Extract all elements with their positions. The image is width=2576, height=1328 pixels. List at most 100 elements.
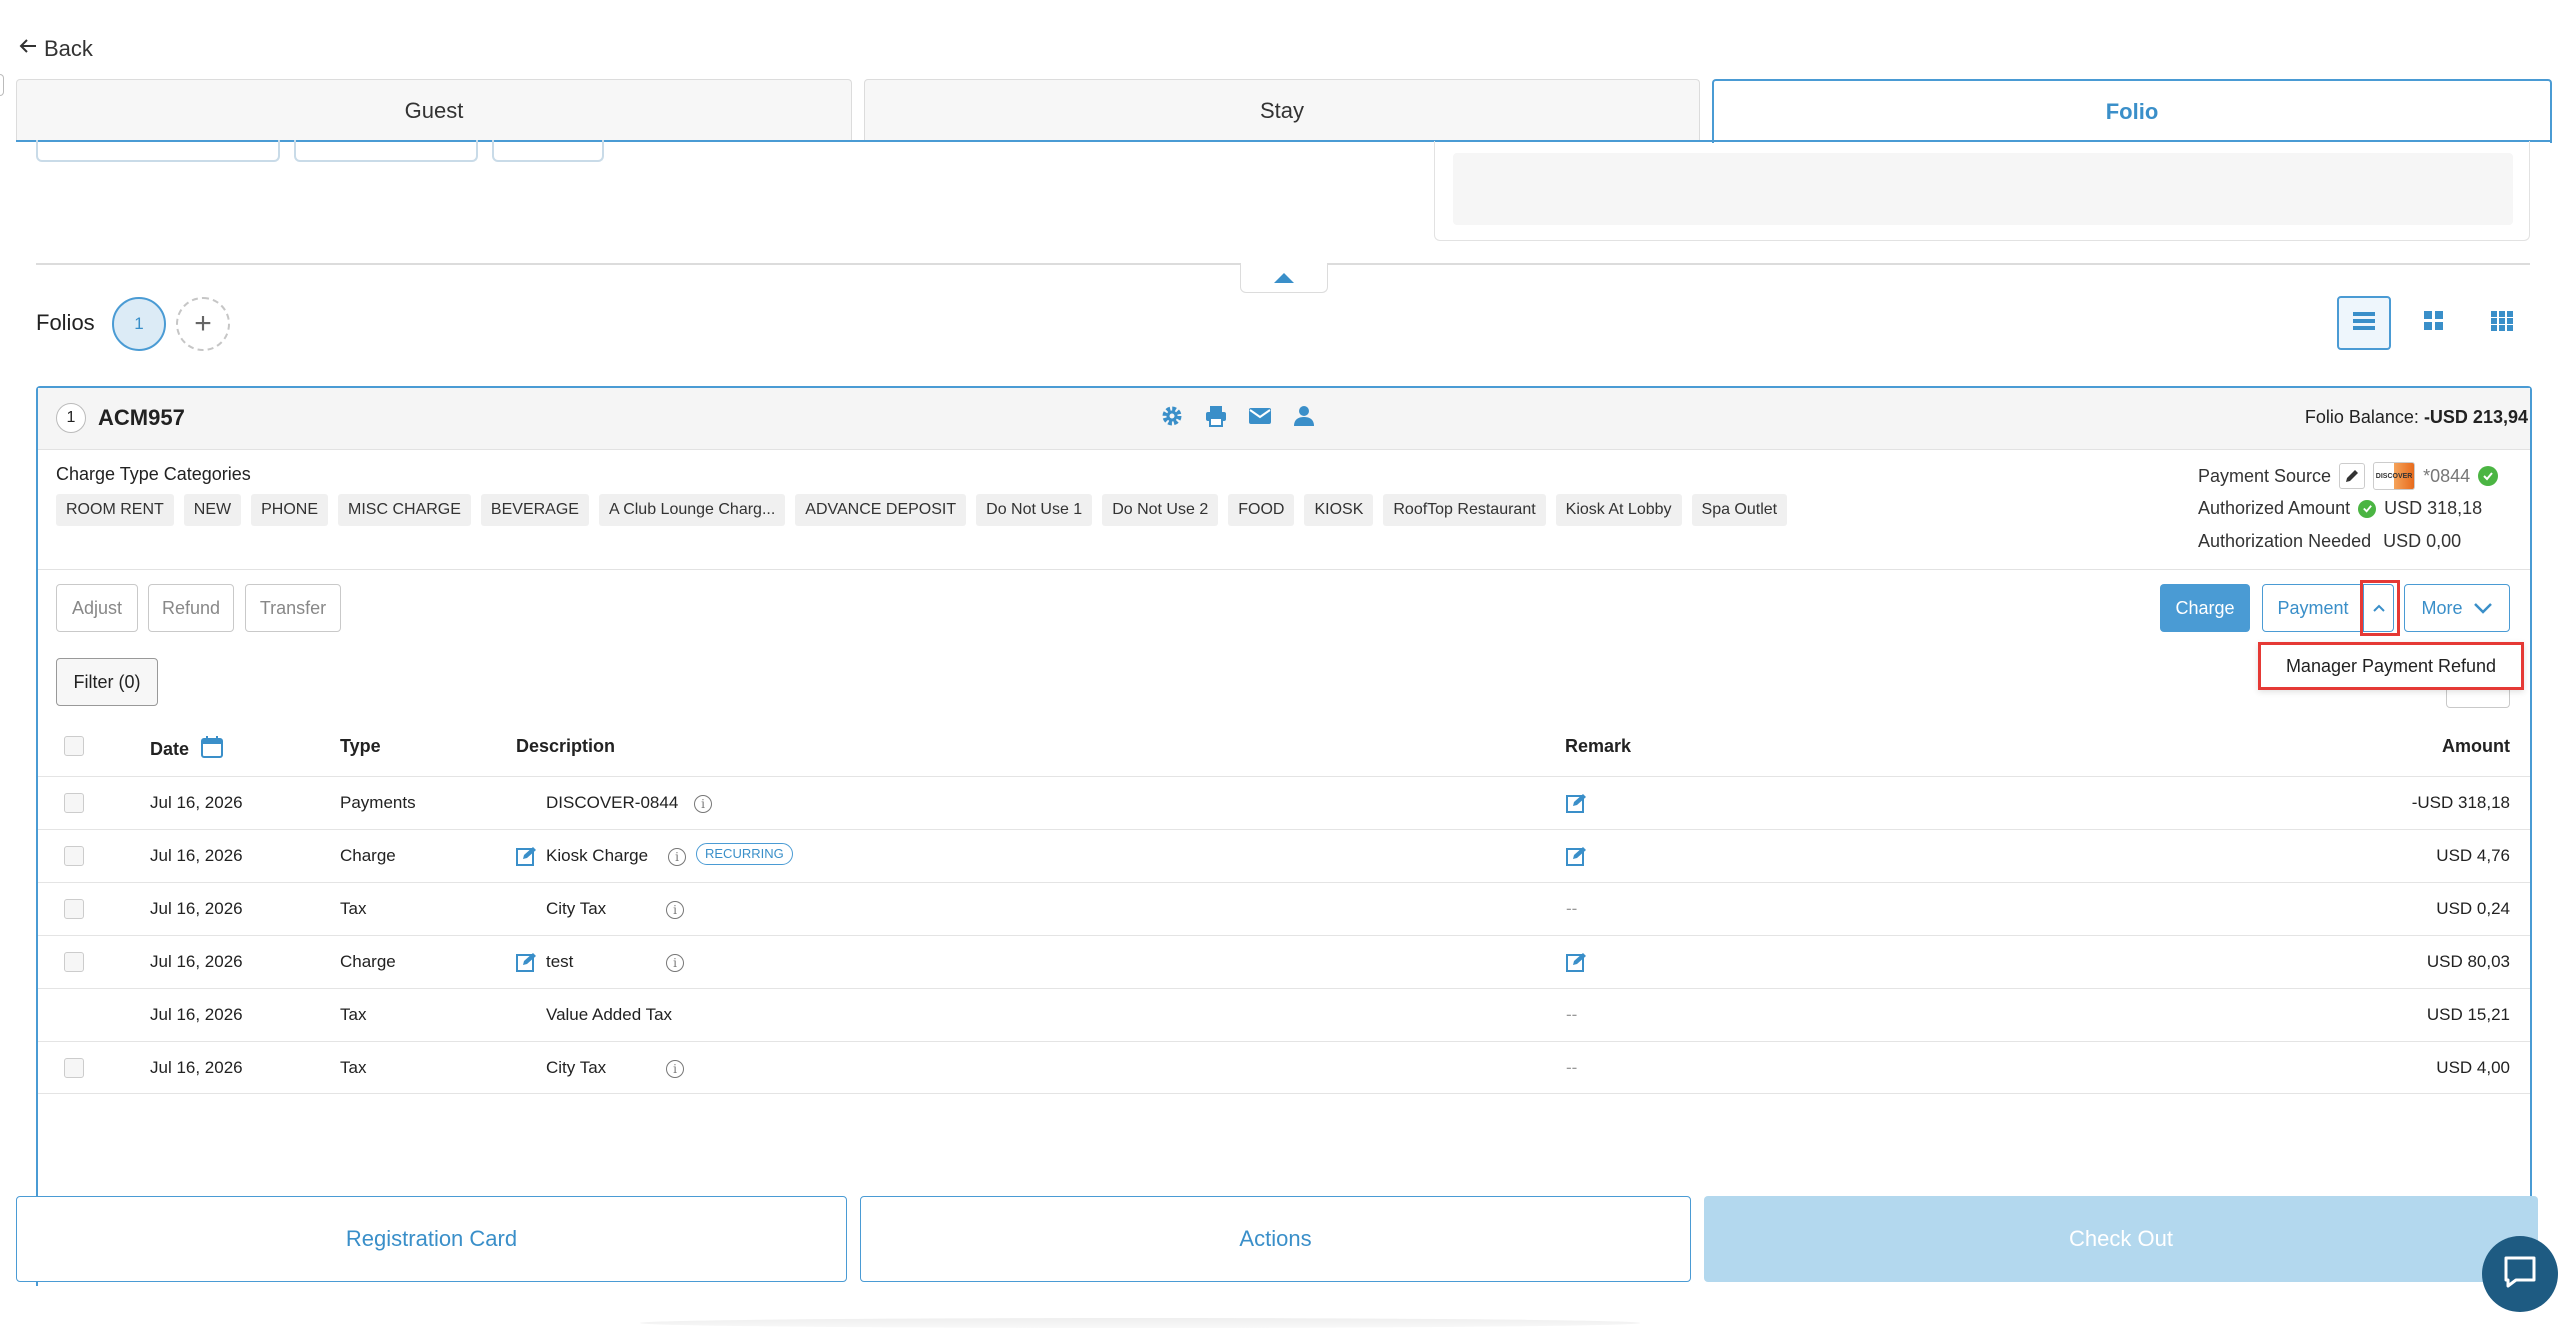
category-chip[interactable]: Spa Outlet xyxy=(1691,494,1788,526)
amount-header: Amount xyxy=(2442,736,2510,756)
table-row[interactable]: Jul 16, 2026 Charge test i USD 80,03 xyxy=(38,935,2530,988)
back-link[interactable]: Back xyxy=(18,36,93,62)
decorative-shadow xyxy=(640,1318,1640,1328)
row-checkbox[interactable] xyxy=(64,1058,84,1078)
row-checkbox[interactable] xyxy=(64,899,84,919)
category-chip[interactable]: ROOM RENT xyxy=(56,494,174,526)
folio-number: 1 xyxy=(56,403,86,433)
row-remark: -- xyxy=(1566,899,1578,918)
row-amount: USD 15,21 xyxy=(2426,1005,2510,1024)
grid-view-button[interactable] xyxy=(2407,296,2461,350)
edit-charge-icon[interactable] xyxy=(516,846,538,871)
check-out-button[interactable]: Check Out xyxy=(1704,1196,2538,1282)
grid-3-icon xyxy=(2491,310,2513,336)
table-row[interactable]: Jul 16, 2026 Tax City Tax i -- USD 0,24 xyxy=(38,882,2530,935)
refund-button[interactable]: Refund xyxy=(148,584,234,632)
chat-button[interactable] xyxy=(2482,1236,2558,1312)
gear-icon[interactable] xyxy=(1160,404,1184,433)
category-chip[interactable]: Kiosk At Lobby xyxy=(1555,494,1682,526)
authorization-needed: Authorization Needed USD 0,00 xyxy=(2198,531,2461,552)
info-icon[interactable]: i xyxy=(668,846,686,866)
row-description: City Tax xyxy=(546,899,607,918)
compact-grid-view-button[interactable] xyxy=(2475,296,2529,350)
tab-guest[interactable]: Guest xyxy=(16,79,852,141)
adjust-button[interactable]: Adjust xyxy=(56,584,138,632)
payment-button[interactable]: Payment xyxy=(2262,584,2364,632)
partial-button[interactable] xyxy=(36,140,280,162)
side-handle[interactable] xyxy=(0,74,4,96)
print-icon[interactable] xyxy=(1204,404,1228,433)
info-card xyxy=(1434,141,2530,241)
payment-source-label: Payment Source xyxy=(2198,465,2332,486)
partial-button[interactable] xyxy=(492,140,604,162)
auth-needed-value: USD 0,00 xyxy=(2383,531,2462,551)
folio-selector-1[interactable]: 1 xyxy=(112,297,166,351)
category-chip[interactable]: FOOD xyxy=(1228,494,1295,526)
row-checkbox[interactable] xyxy=(64,846,84,866)
edit-pencil-icon[interactable] xyxy=(2339,463,2366,489)
recurring-badge: RECURRING xyxy=(696,843,793,865)
email-icon[interactable] xyxy=(1248,404,1272,433)
row-amount: USD 0,24 xyxy=(2436,899,2510,918)
row-checkbox[interactable] xyxy=(64,793,84,813)
category-chip[interactable]: NEW xyxy=(183,494,242,526)
edit-charge-icon[interactable] xyxy=(516,952,538,977)
info-icon[interactable]: i xyxy=(666,899,684,919)
calendar-icon[interactable] xyxy=(201,736,224,763)
category-chip[interactable]: A Club Lounge Charg... xyxy=(598,494,786,526)
registration-card-button[interactable]: Registration Card xyxy=(16,1196,847,1282)
charge-button[interactable]: Charge xyxy=(2160,584,2250,632)
tab-folio[interactable]: Folio xyxy=(1712,79,2552,143)
category-chip[interactable]: PHONE xyxy=(251,494,329,526)
edit-remark-icon[interactable] xyxy=(1566,952,1588,977)
charge-category-list: ROOM RENT NEW PHONE MISC CHARGE BEVERAGE… xyxy=(56,494,1788,526)
category-chip[interactable]: RoofTop Restaurant xyxy=(1383,494,1546,526)
row-remark: -- xyxy=(1566,1005,1578,1024)
type-header: Type xyxy=(340,736,381,756)
info-icon[interactable]: i xyxy=(666,952,684,972)
folios-label: Folios xyxy=(36,310,95,335)
transfer-button[interactable]: Transfer xyxy=(245,584,341,632)
info-icon[interactable]: i xyxy=(694,793,712,813)
table-row[interactable]: Jul 16, 2026 Tax City Tax i -- USD 4,00 xyxy=(38,1041,2530,1094)
row-type: Payments xyxy=(340,793,416,812)
table-row[interactable]: Jul 16, 2026 Charge Kiosk Charge i RECUR… xyxy=(38,829,2530,882)
category-chip[interactable]: Do Not Use 1 xyxy=(976,494,1093,526)
chat-icon xyxy=(2502,1255,2538,1294)
manager-payment-refund-item[interactable]: Manager Payment Refund xyxy=(2258,642,2524,690)
table-row: Jul 16, 2026 Tax Value Added Tax -- USD … xyxy=(38,988,2530,1041)
row-date: Jul 16, 2026 xyxy=(150,1005,243,1024)
category-chip[interactable]: BEVERAGE xyxy=(480,494,589,526)
row-checkbox[interactable] xyxy=(64,952,84,972)
folio-header-actions xyxy=(1160,404,1316,433)
row-amount: USD 4,00 xyxy=(2436,1058,2510,1077)
filter-button[interactable]: Filter (0) xyxy=(56,658,158,706)
date-header[interactable]: Date xyxy=(150,736,224,763)
category-chip[interactable]: Do Not Use 2 xyxy=(1102,494,1219,526)
table-row[interactable]: Jul 16, 2026 Payments DISCOVER-0844 i -U… xyxy=(38,776,2530,829)
row-type: Tax xyxy=(340,1058,367,1077)
row-type: Charge xyxy=(340,952,396,971)
edit-remark-icon[interactable] xyxy=(1566,846,1588,871)
category-chip[interactable]: ADVANCE DEPOSIT xyxy=(795,494,967,526)
category-chip[interactable]: KIOSK xyxy=(1304,494,1374,526)
edit-remark-icon[interactable] xyxy=(1566,793,1588,818)
category-chip[interactable]: MISC CHARGE xyxy=(338,494,471,526)
more-button[interactable]: More xyxy=(2404,584,2510,632)
collapse-toggle[interactable] xyxy=(1240,263,1328,293)
partial-button[interactable] xyxy=(294,140,478,162)
arrow-left-icon xyxy=(18,36,38,62)
add-folio-button[interactable]: + xyxy=(176,297,230,351)
user-icon[interactable] xyxy=(1292,404,1316,433)
caret-up-icon xyxy=(1274,272,1294,283)
row-description: Kiosk Charge xyxy=(546,846,649,865)
payment-source: Payment Source DISCOVER *0844 xyxy=(2198,462,2499,490)
info-icon[interactable]: i xyxy=(666,1058,684,1078)
row-date: Jul 16, 2026 xyxy=(150,899,243,918)
list-view-button[interactable] xyxy=(2337,296,2391,350)
actions-button[interactable]: Actions xyxy=(860,1196,1691,1282)
select-all-checkbox[interactable] xyxy=(64,736,84,756)
back-label: Back xyxy=(44,36,93,61)
row-date: Jul 16, 2026 xyxy=(150,1058,243,1077)
tab-stay[interactable]: Stay xyxy=(864,79,1700,141)
